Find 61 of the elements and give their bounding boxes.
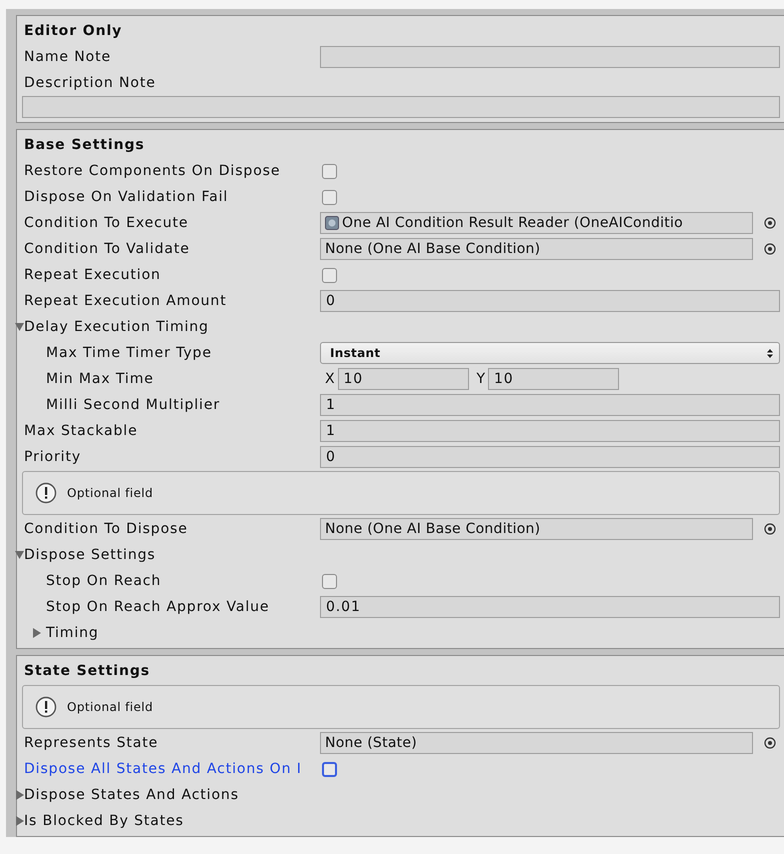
target-picker-icon[interactable] [764, 523, 776, 535]
text-field[interactable]: 0.01 [320, 596, 780, 618]
foldout-label[interactable]: Is Blocked By States [24, 813, 184, 829]
field-label: Repeat Execution [24, 267, 161, 283]
object-field[interactable]: None (One AI Base Condition) [320, 518, 753, 540]
checkbox[interactable] [322, 190, 337, 204]
field-label: Dispose On Validation Fail [24, 189, 228, 205]
foldout-label[interactable]: Dispose States And Actions [24, 787, 239, 803]
field-label: Stop On Reach [46, 573, 162, 589]
field-label: Dispose All States And Actions On I [24, 761, 302, 777]
checkbox[interactable] [322, 164, 337, 178]
field-label: Condition To Validate [24, 241, 190, 257]
triangle-icon[interactable] [15, 816, 24, 826]
text-field[interactable] [320, 46, 780, 68]
foldout-label[interactable]: Delay Execution Timing [24, 319, 209, 335]
object-field[interactable]: None (One AI Base Condition) [320, 238, 753, 260]
help-text: Optional field [67, 486, 154, 500]
text-field[interactable]: 1 [320, 394, 780, 416]
field-label: Min Max Time [46, 371, 154, 387]
field-label: Represents State [24, 735, 158, 751]
field-label: Condition To Execute [24, 215, 188, 231]
info-icon [35, 482, 57, 504]
object-field[interactable]: None (State) [320, 732, 753, 754]
field-label: Max Stackable [24, 423, 138, 439]
axis-label: Y [476, 371, 486, 387]
number-field[interactable]: 10 [338, 368, 468, 390]
number-field[interactable]: 10 [488, 368, 619, 390]
text-field[interactable]: 1 [320, 420, 780, 442]
object-field[interactable]: One AI Condition Result Reader (OneAIConditio [320, 212, 753, 234]
field-label: Name Note [24, 49, 111, 65]
field-label: Priority [24, 449, 82, 465]
section-title: Base Settings [24, 137, 145, 153]
axis-label: X [325, 371, 336, 387]
up-down-arrows-icon [767, 348, 773, 358]
checkbox[interactable] [322, 268, 337, 282]
target-picker-icon[interactable] [764, 243, 776, 255]
field-label: Milli Second Multiplier [46, 397, 220, 413]
text-field[interactable]: 0 [320, 446, 780, 468]
checkbox[interactable] [322, 762, 337, 776]
field-label: Condition To Dispose [24, 521, 188, 537]
field-label: Description Note [24, 75, 156, 91]
field-label: Repeat Execution Amount [24, 293, 227, 309]
target-picker-icon[interactable] [764, 737, 776, 749]
triangle-icon[interactable] [15, 322, 24, 332]
target-picker-icon[interactable] [764, 217, 776, 229]
help-text: Optional field [67, 700, 154, 714]
foldout-label[interactable]: Timing [46, 625, 99, 641]
triangle-icon[interactable] [15, 790, 24, 800]
text-field[interactable]: 0 [320, 290, 780, 312]
checkbox[interactable] [322, 574, 337, 588]
dropdown[interactable]: Instant [320, 342, 780, 364]
field-label: Stop On Reach Approx Value [46, 599, 270, 615]
info-icon [35, 696, 57, 718]
triangle-icon[interactable] [15, 550, 24, 560]
text-field[interactable] [22, 96, 780, 118]
section-title: State Settings [24, 663, 150, 679]
foldout-label[interactable]: Dispose Settings [24, 547, 156, 563]
triangle-icon[interactable] [32, 628, 41, 638]
section-title: Editor Only [24, 23, 122, 39]
field-label: Max Time Timer Type [46, 345, 212, 361]
field-label: Restore Components On Dispose [24, 163, 280, 179]
